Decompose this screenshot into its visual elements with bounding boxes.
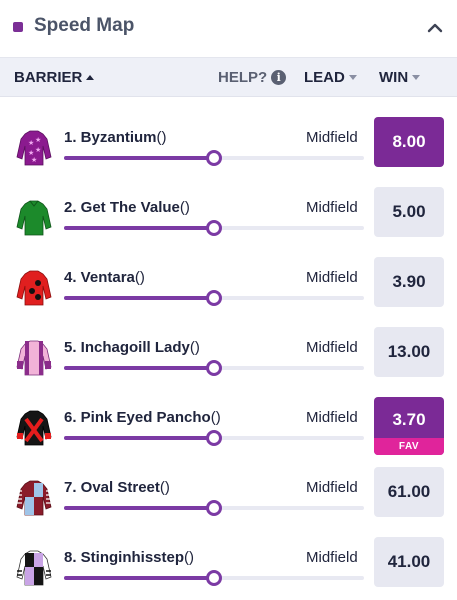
speed-position-label: Midfield bbox=[306, 409, 358, 426]
speed-slider-track[interactable] bbox=[64, 500, 364, 516]
jockey-silk-icon bbox=[14, 547, 54, 587]
odds-price: 5.00 bbox=[392, 202, 426, 221]
runner-name-text: 1. Byzantium bbox=[64, 129, 157, 146]
speed-slider-track[interactable] bbox=[64, 430, 364, 446]
odds-price: 13.00 bbox=[387, 342, 431, 361]
speed-position-label: Midfield bbox=[306, 199, 358, 216]
speed-map-header[interactable]: Speed Map bbox=[0, 0, 457, 56]
runner-name-text: 2. Get The Value bbox=[64, 199, 180, 216]
speed-slider-handle[interactable] bbox=[206, 570, 222, 586]
chevron-up-icon[interactable] bbox=[425, 18, 445, 38]
odds-price: 61.00 bbox=[387, 482, 431, 501]
jockey-name: () bbox=[210, 409, 221, 426]
win-odds-button[interactable]: 13.00 bbox=[374, 327, 444, 377]
runner-name[interactable]: 6. Pink Eyed Pancho() bbox=[64, 409, 221, 426]
speed-slider-track[interactable] bbox=[64, 220, 364, 236]
odds-price: 3.90 bbox=[392, 272, 426, 291]
jockey-silk-icon bbox=[14, 407, 54, 447]
jockey-name: () bbox=[179, 199, 190, 216]
speed-slider-fill bbox=[64, 506, 214, 510]
speed-slider-handle[interactable] bbox=[206, 430, 222, 446]
section-marker-icon bbox=[13, 22, 23, 32]
jockey-name: () bbox=[189, 339, 200, 356]
svg-text:★: ★ bbox=[35, 146, 41, 154]
runner-name[interactable]: 8. Stinginhisstep() bbox=[64, 549, 194, 566]
speed-slider-track[interactable] bbox=[64, 570, 364, 586]
runner-name[interactable]: 7. Oval Street() bbox=[64, 479, 170, 496]
speed-slider-fill bbox=[64, 576, 214, 580]
info-icon: i bbox=[271, 70, 287, 85]
speed-slider-track[interactable] bbox=[64, 290, 364, 306]
odds-price: 3.70 bbox=[392, 410, 426, 429]
lead-label: LEAD bbox=[304, 69, 345, 86]
svg-text:★: ★ bbox=[31, 156, 37, 164]
speed-position-label: Midfield bbox=[306, 269, 358, 286]
svg-text:★: ★ bbox=[28, 139, 34, 147]
runner-name-text: 6. Pink Eyed Pancho bbox=[64, 409, 211, 426]
win-label: WIN bbox=[379, 69, 409, 86]
caret-down-icon bbox=[348, 75, 357, 80]
column-header-bar: BARRIER HELP? i LEAD WIN bbox=[0, 57, 457, 97]
speed-slider-handle[interactable] bbox=[206, 290, 222, 306]
jockey-silk-icon bbox=[14, 197, 54, 237]
runner-name-text: 4. Ventara bbox=[64, 269, 135, 286]
odds-price: 8.00 bbox=[392, 132, 426, 151]
speed-slider-track[interactable] bbox=[64, 150, 364, 166]
sort-barrier-button[interactable]: BARRIER bbox=[14, 69, 95, 86]
jockey-silk-icon bbox=[14, 267, 54, 307]
jockey-name: () bbox=[159, 479, 170, 496]
speed-slider-fill bbox=[64, 436, 214, 440]
jockey-name: () bbox=[184, 549, 195, 566]
speed-position-label: Midfield bbox=[306, 479, 358, 496]
runner-name[interactable]: 2. Get The Value() bbox=[64, 199, 190, 216]
win-odds-button[interactable]: 3.90 bbox=[374, 257, 444, 307]
speed-position-label: Midfield bbox=[306, 129, 358, 146]
odds-price: 41.00 bbox=[387, 552, 431, 571]
sort-ascending-icon bbox=[86, 75, 95, 80]
jockey-name: () bbox=[134, 269, 145, 286]
speed-position-label: Midfield bbox=[306, 549, 358, 566]
win-odds-button[interactable]: 5.00 bbox=[374, 187, 444, 237]
jockey-silk-icon bbox=[14, 337, 54, 377]
favourite-badge: FAV bbox=[374, 438, 444, 455]
svg-text:★: ★ bbox=[28, 149, 34, 157]
runner-name-text: 7. Oval Street bbox=[64, 479, 160, 496]
speed-slider-track[interactable] bbox=[64, 360, 364, 376]
speed-slider-handle[interactable] bbox=[206, 360, 222, 376]
barrier-label: BARRIER bbox=[14, 69, 83, 86]
jockey-silk-icon: ★ ★ ★ ★ ★ bbox=[14, 127, 54, 167]
speed-position-label: Midfield bbox=[306, 339, 358, 356]
speed-slider-handle[interactable] bbox=[206, 220, 222, 236]
jockey-silk-icon bbox=[14, 477, 54, 517]
runner-name-text: 8. Stinginhisstep bbox=[64, 549, 185, 566]
speed-slider-fill bbox=[64, 226, 214, 230]
runner-name[interactable]: 1. Byzantium() bbox=[64, 129, 167, 146]
speed-slider-fill bbox=[64, 296, 214, 300]
help-label: HELP? bbox=[218, 69, 268, 86]
help-button[interactable]: HELP? i bbox=[218, 69, 287, 86]
panel-title: Speed Map bbox=[34, 15, 135, 36]
speed-slider-fill bbox=[64, 156, 214, 160]
sort-win-button[interactable]: WIN bbox=[379, 69, 421, 86]
caret-down-icon bbox=[412, 75, 421, 80]
win-odds-button[interactable]: 3.70 FAV bbox=[374, 397, 444, 455]
speed-slider-handle[interactable] bbox=[206, 150, 222, 166]
speed-slider-fill bbox=[64, 366, 214, 370]
jockey-name: () bbox=[156, 129, 167, 146]
win-odds-button[interactable]: 8.00 bbox=[374, 117, 444, 167]
win-odds-button[interactable]: 41.00 bbox=[374, 537, 444, 587]
runner-row: 8. Stinginhisstep() Midfield 41.00 bbox=[0, 537, 457, 600]
win-odds-button[interactable]: 61.00 bbox=[374, 467, 444, 517]
speed-slider-handle[interactable] bbox=[206, 500, 222, 516]
runner-name-text: 5. Inchagoill Lady bbox=[64, 339, 190, 356]
sort-lead-button[interactable]: LEAD bbox=[304, 69, 357, 86]
runner-name[interactable]: 5. Inchagoill Lady() bbox=[64, 339, 200, 356]
svg-text:★: ★ bbox=[35, 136, 41, 144]
runner-name[interactable]: 4. Ventara() bbox=[64, 269, 145, 286]
